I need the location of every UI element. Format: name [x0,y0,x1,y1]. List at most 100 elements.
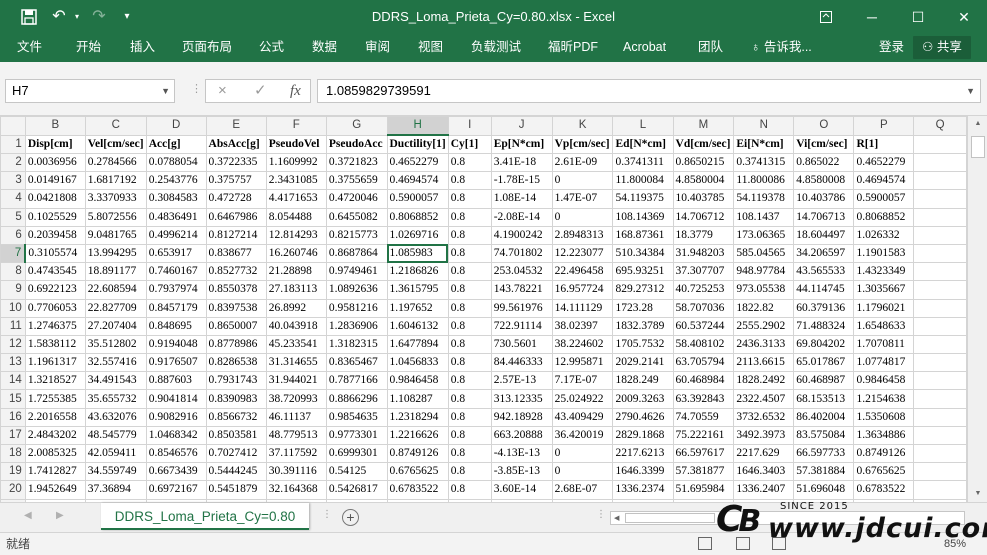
column-header[interactable]: H [386,116,449,136]
cell[interactable]: 35.655732 [84,389,147,409]
cell[interactable]: 37.307707 [672,262,735,282]
cell[interactable]: 0.0421808 [24,189,86,209]
cell[interactable]: 1.085983 [386,243,449,264]
cell[interactable]: 4.8580004 [672,171,735,191]
tab-home[interactable]: 开始 [76,34,101,62]
cell[interactable]: 0.6999301 [325,443,388,464]
column-header[interactable]: L [612,116,674,136]
row-header[interactable]: 19 [0,462,26,482]
cell[interactable]: 3.60E-14 [490,480,553,500]
row-header[interactable]: 5 [0,207,26,227]
cell[interactable]: 63.705794 [672,353,735,373]
row-header[interactable]: 18 [0,443,26,464]
cell[interactable]: 829.27312 [612,280,674,300]
cell[interactable]: 2790.4626 [612,407,674,427]
cell[interactable]: 4.4171653 [265,189,327,209]
cell[interactable]: 0.848695 [145,316,207,336]
row-header[interactable]: 17 [0,425,26,446]
cell[interactable]: 0.8 [447,389,492,409]
cell[interactable]: 2009.3263 [612,389,674,409]
cell[interactable]: 22.496458 [551,262,614,282]
cell[interactable]: 2113.6615 [733,353,795,373]
header-cell[interactable]: Ep[N*cm] [490,134,553,154]
cell[interactable]: 1.08E-14 [490,189,553,209]
cell[interactable]: 42.059411 [84,443,147,464]
cell[interactable]: 1.5838112 [24,334,86,355]
cell[interactable]: 13.994295 [84,243,147,264]
row-header[interactable]: 3 [0,171,26,191]
cell[interactable]: 12.814293 [265,225,327,245]
cell[interactable] [913,462,967,482]
add-sheet-icon[interactable]: + [342,509,359,526]
cell[interactable]: 2029.2141 [612,353,674,373]
cell[interactable]: 0.0149167 [24,171,86,191]
row-header[interactable]: 4 [0,189,26,209]
cell[interactable]: 65.017867 [793,353,855,373]
cell[interactable]: 0.7877166 [325,371,388,391]
cell[interactable]: 60.379136 [793,298,855,318]
cell[interactable]: 973.05538 [733,280,795,300]
cell[interactable]: 0.8 [447,407,492,427]
cell[interactable] [913,225,967,245]
cell[interactable]: 2.3431085 [265,171,327,191]
cell[interactable]: 0.8550378 [205,280,267,300]
cell[interactable]: 54.119375 [612,189,674,209]
header-cell[interactable]: PseudoVel [265,134,327,154]
cell[interactable]: 0.8457179 [145,298,207,318]
cell[interactable]: 0.8 [447,171,492,191]
cell[interactable]: 8.054488 [265,207,327,227]
cell[interactable]: 37.117592 [265,443,327,464]
cell[interactable]: 44.114745 [793,280,855,300]
row-header[interactable]: 16 [0,407,26,427]
cell[interactable]: 2217.629 [733,443,795,464]
cell[interactable]: 14.706713 [793,207,855,227]
column-header[interactable]: M [672,116,735,136]
cell[interactable]: 32.557416 [84,353,147,373]
cell[interactable]: 0.4694574 [386,171,449,191]
cell[interactable] [913,443,967,464]
header-cell[interactable]: Disp[cm] [24,134,86,154]
cell[interactable]: 0.54125 [325,462,388,482]
row-header[interactable]: 12 [0,334,26,355]
cell[interactable]: 83.575084 [793,425,855,446]
cell[interactable]: 22.827709 [84,298,147,318]
cell[interactable]: 40.725253 [672,280,735,300]
cell[interactable]: 10.403785 [672,189,735,209]
next-sheet-icon[interactable]: ▶ [56,510,64,521]
header-cell[interactable]: Cy[1] [447,134,492,154]
cell[interactable]: 1.2216626 [386,425,449,446]
cell[interactable]: 1828.2492 [733,371,795,391]
tab-load-test[interactable]: 负载测试 [471,34,521,62]
cell[interactable]: 0.7027412 [205,443,267,464]
row-header[interactable]: 10 [0,298,26,318]
header-cell[interactable]: Acc[g] [145,134,207,154]
cell[interactable]: 0.8397538 [205,298,267,318]
header-cell[interactable]: Vp[cm/sec] [551,134,614,154]
scroll-left-icon[interactable]: ◀ [614,512,619,525]
tell-me-box[interactable]: ♁ 告诉我... [751,34,812,62]
cell[interactable] [913,262,967,282]
cell[interactable]: 16.957724 [551,280,614,300]
cell[interactable]: 168.87361 [612,225,674,245]
cell[interactable]: 4.1900242 [490,225,553,245]
cell[interactable]: 0.6783522 [386,480,449,500]
cell[interactable]: 57.381877 [672,462,735,482]
cell[interactable]: 173.06365 [733,225,795,245]
cell[interactable]: 313.12335 [490,389,553,409]
cell[interactable]: 66.597617 [672,443,735,464]
tab-insert[interactable]: 插入 [130,34,155,62]
cell[interactable]: 2322.4507 [733,389,795,409]
expand-formula-bar-icon[interactable]: ▼ [966,80,975,102]
cell[interactable]: 0.9773301 [325,425,388,446]
cell[interactable]: 2.68E-07 [551,480,614,500]
cell[interactable]: 0.6765625 [853,462,915,482]
cell[interactable]: 0.8 [447,280,492,300]
cell[interactable]: 0.5900057 [386,189,449,209]
cell[interactable]: 0.4652279 [853,152,915,173]
tab-file[interactable]: 文件 [17,34,42,62]
cell[interactable]: 10.403786 [793,189,855,209]
cell[interactable]: 1.3182315 [325,334,388,355]
cell[interactable]: 0.6455082 [325,207,388,227]
cell[interactable]: 0.8 [447,425,492,446]
cell[interactable]: 11.800086 [733,171,795,191]
